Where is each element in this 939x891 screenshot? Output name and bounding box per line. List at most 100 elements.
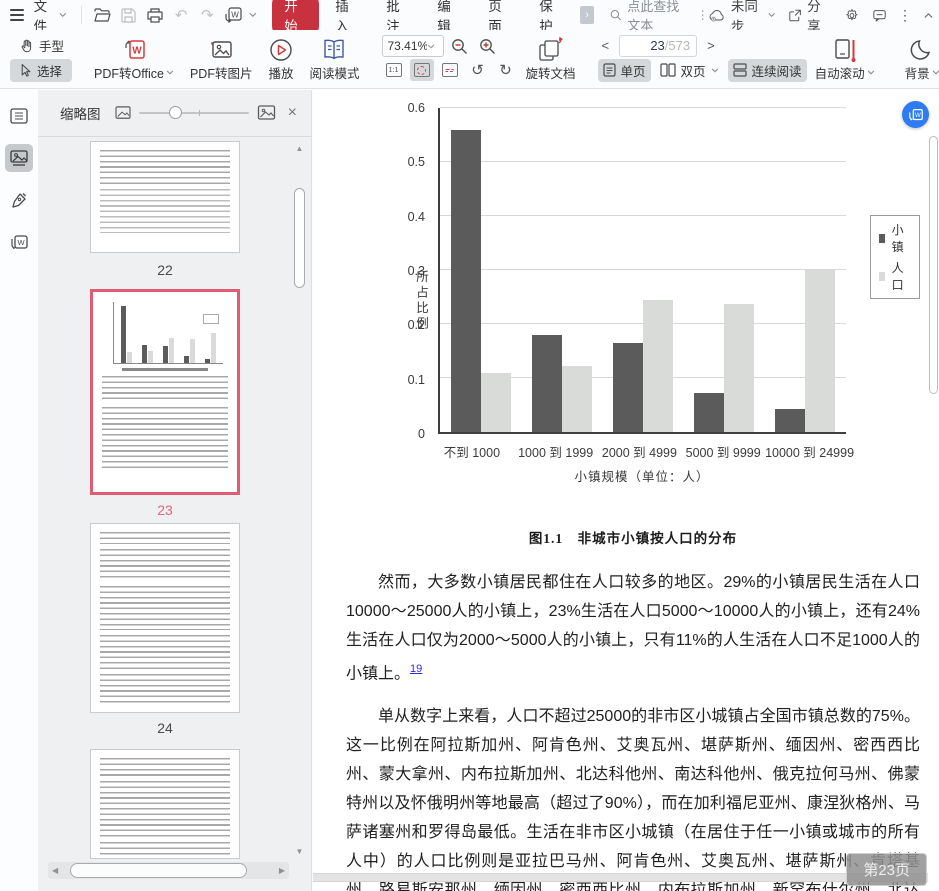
page-number-input[interactable] bbox=[638, 38, 665, 53]
svg-text:W: W bbox=[132, 45, 142, 56]
mini-chart-bar bbox=[142, 344, 147, 363]
auto-scroll-button[interactable]: 自动滚动 bbox=[807, 32, 883, 84]
fit-width-button[interactable] bbox=[438, 59, 462, 81]
rotate-right-icon[interactable]: ↻ bbox=[494, 59, 518, 81]
mini-bar-group bbox=[121, 302, 132, 363]
menu-bar: 文件 ↶ ↷ W 开始 插入 批注 编辑 页面 保护 › 点此查找文本 ⋮ 未同… bbox=[0, 0, 939, 38]
rotate-document-button[interactable]: 旋转文档 bbox=[518, 32, 584, 84]
document-view: 0 0.1 0.2 0.3 0.4 0.5 0.6 所占比例 小镇 人口 不到 1000 100… bbox=[313, 90, 939, 891]
mini-chart-bar bbox=[211, 332, 216, 363]
scroll-up-icon[interactable]: ▲ bbox=[296, 144, 304, 154]
auto-scroll-label: 自动滚动 bbox=[814, 67, 865, 81]
search-options-icon[interactable]: ⋮ bbox=[697, 9, 709, 21]
moon-icon bbox=[910, 36, 934, 63]
continuous-reading-button[interactable]: 连续阅读 bbox=[727, 58, 807, 82]
print-icon[interactable] bbox=[144, 3, 166, 27]
zoom-level-combobox[interactable] bbox=[381, 35, 444, 57]
bar-group bbox=[684, 108, 765, 432]
mini-bar-group bbox=[184, 302, 195, 363]
zoom-in-button[interactable] bbox=[476, 35, 500, 57]
single-page-button[interactable]: 单页 bbox=[597, 58, 651, 82]
actual-size-button[interactable]: 1:1 bbox=[382, 59, 406, 81]
scroll-down-icon[interactable]: ▼ bbox=[296, 847, 304, 857]
zoom-level-input[interactable] bbox=[382, 39, 427, 53]
outline-panel-icon[interactable] bbox=[5, 102, 33, 130]
page-text: 图1.1 非城市小镇按人口的分布 然而，大多数小镇居民都住在人口较多的地区。29… bbox=[346, 527, 920, 891]
document-scrollbar-thumb[interactable] bbox=[929, 136, 938, 394]
mini-chart-bar bbox=[127, 351, 132, 363]
double-page-icon bbox=[659, 63, 676, 77]
background-button[interactable]: 背景 bbox=[897, 32, 939, 84]
scroll-left-icon[interactable]: ◀ bbox=[52, 866, 58, 875]
select-tool-button[interactable]: 选择 bbox=[10, 59, 73, 82]
pdf-to-office-button[interactable]: W PDF转Office bbox=[86, 32, 182, 84]
page-number-box[interactable]: /573 bbox=[619, 34, 698, 57]
open-folder-icon[interactable] bbox=[92, 3, 114, 27]
mini-legend-box bbox=[203, 314, 219, 324]
undo-icon[interactable]: ↶ bbox=[170, 3, 192, 27]
thumbnail-size-slider[interactable] bbox=[138, 106, 249, 119]
thumbnail-panel-icon[interactable] bbox=[5, 144, 33, 172]
single-page-label: 单页 bbox=[620, 64, 646, 79]
sidebar-vertical-scrollbar[interactable]: ▲ ▼ bbox=[293, 144, 306, 857]
double-page-button[interactable]: 双页 bbox=[655, 59, 724, 82]
gear-icon[interactable] bbox=[845, 7, 859, 24]
slider-handle[interactable] bbox=[169, 106, 183, 119]
rotate-left-icon[interactable]: ↺ bbox=[466, 59, 490, 81]
small-thumbnail-icon bbox=[114, 106, 131, 119]
background-label: 背景 bbox=[904, 67, 930, 81]
sidebar-hscrollbar-thumb[interactable] bbox=[70, 863, 247, 878]
thumbnail-page-25[interactable] bbox=[90, 749, 240, 859]
main-menu-icon[interactable] bbox=[10, 9, 24, 21]
collapse-ribbon-icon[interactable] bbox=[924, 12, 933, 19]
footnote-link[interactable]: 19 bbox=[410, 663, 422, 675]
export-word-icon[interactable]: W bbox=[222, 3, 244, 27]
convert-to-word-float-button[interactable]: W bbox=[902, 101, 929, 128]
hand-tool-button[interactable]: 手型 bbox=[10, 34, 72, 57]
chevron-down-icon bbox=[711, 67, 718, 73]
fit-page-button[interactable] bbox=[409, 59, 434, 81]
next-page-button[interactable]: > bbox=[703, 38, 719, 53]
scroll-right-icon[interactable]: ▶ bbox=[279, 866, 285, 875]
close-sidebar-icon[interactable]: × bbox=[288, 104, 297, 122]
save-icon[interactable] bbox=[118, 3, 140, 27]
zoom-out-button[interactable] bbox=[448, 35, 472, 57]
chevron-down-icon bbox=[166, 70, 174, 75]
chevron-down-icon[interactable] bbox=[768, 12, 775, 18]
chart-groups bbox=[440, 108, 846, 432]
x-tick-label: 5000 到 9999 bbox=[685, 446, 761, 460]
mini-bar-group bbox=[142, 302, 153, 363]
y-tick-label: 0.6 bbox=[407, 101, 425, 115]
more-tabs-button[interactable]: › bbox=[580, 6, 594, 24]
sidebar-horizontal-scrollbar[interactable]: ◀ ▶ bbox=[48, 862, 289, 879]
play-label: 播放 bbox=[268, 67, 294, 81]
thumbnail-page-22[interactable] bbox=[90, 141, 240, 253]
legend-label: 人口 bbox=[891, 261, 906, 292]
divider bbox=[80, 6, 82, 24]
to-word-panel-icon[interactable]: W bbox=[5, 228, 33, 256]
chart-bar bbox=[561, 366, 592, 432]
play-button[interactable]: 播放 bbox=[260, 32, 301, 84]
more-options-icon[interactable]: ⋮ bbox=[898, 8, 912, 22]
chart-bar bbox=[480, 372, 511, 432]
feedback-icon[interactable] bbox=[873, 8, 886, 23]
search-box[interactable]: 点此查找文本 ⋮ bbox=[610, 0, 709, 34]
sidebar-scrollbar-thumb[interactable] bbox=[294, 188, 305, 288]
cloud-sync-icon[interactable] bbox=[709, 8, 725, 23]
chevron-down-icon bbox=[867, 70, 874, 75]
chevron-down-icon[interactable] bbox=[249, 12, 257, 18]
thumbnail-page-23[interactable] bbox=[90, 289, 240, 495]
share-icon[interactable] bbox=[789, 8, 801, 23]
chart-bar bbox=[694, 393, 725, 432]
previous-page-button[interactable]: < bbox=[598, 38, 614, 53]
thumbnail-page-24[interactable] bbox=[90, 523, 240, 713]
chevron-down-icon[interactable] bbox=[427, 43, 435, 49]
thumbnail-label-22: 22 bbox=[157, 262, 173, 278]
svg-text:W: W bbox=[231, 11, 239, 20]
legend-label: 小镇 bbox=[891, 223, 906, 254]
signature-panel-icon[interactable] bbox=[5, 186, 33, 214]
pdf-to-image-button[interactable]: PDF转图片 bbox=[182, 32, 261, 84]
reading-mode-button[interactable]: 阅读模式 bbox=[301, 32, 367, 84]
redo-icon[interactable]: ↷ bbox=[196, 3, 218, 27]
y-tick-label: 0.5 bbox=[407, 155, 425, 170]
